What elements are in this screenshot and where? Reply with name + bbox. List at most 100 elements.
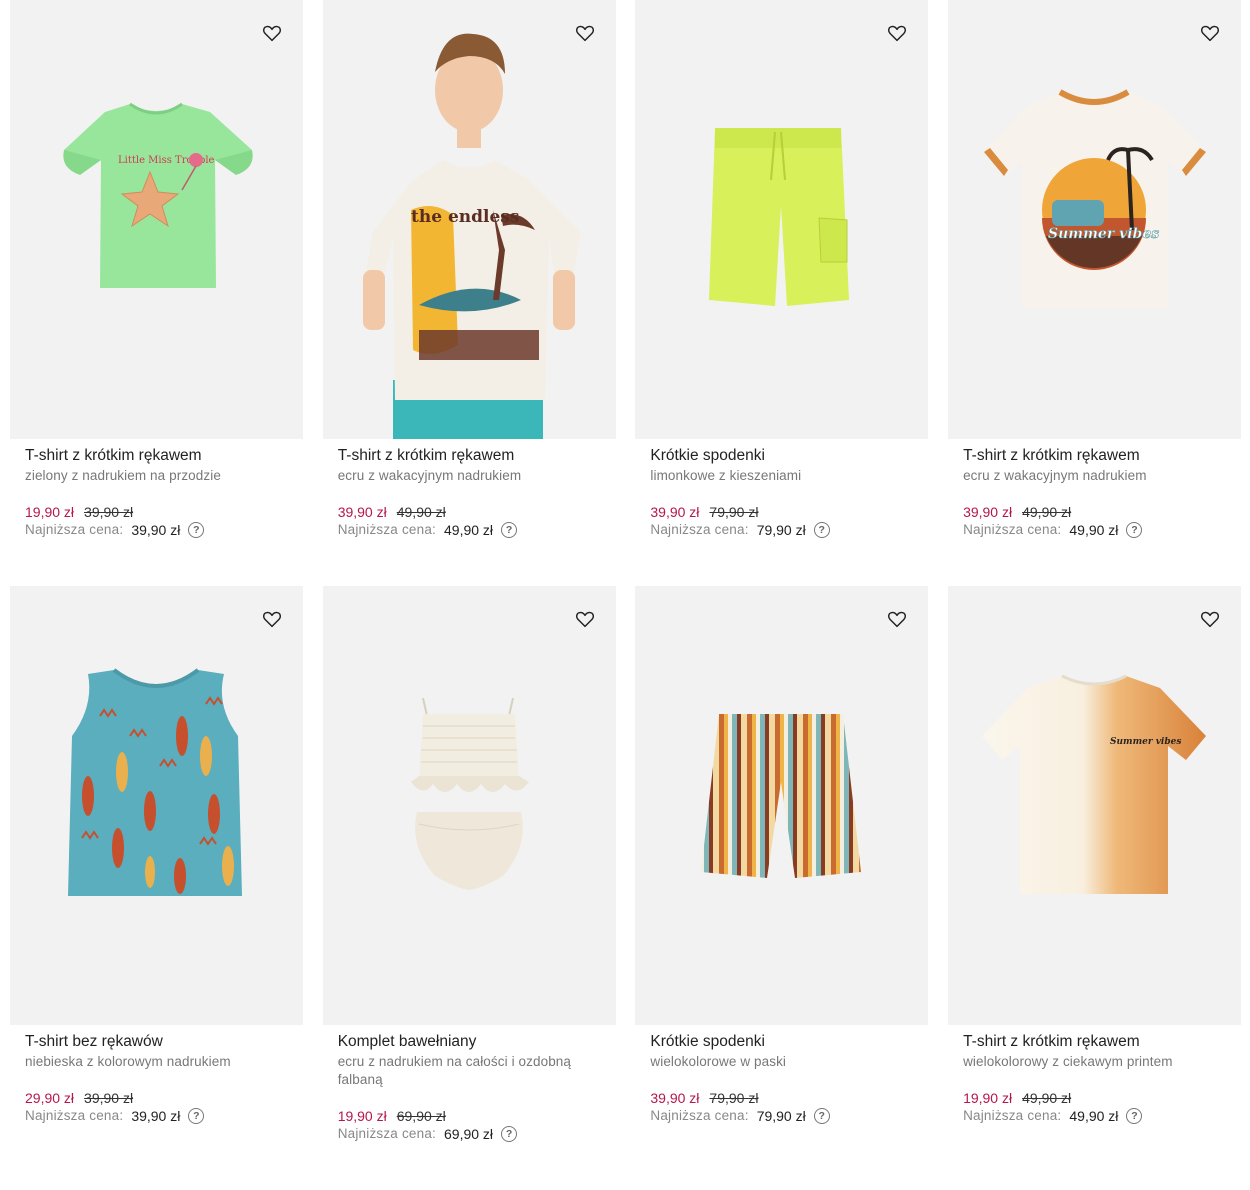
add-to-wishlist-button[interactable] [574,22,596,44]
product-card[interactable]: Little Miss Trouble T-shirt z krótkim rę… [10,0,303,586]
heart-outline-icon [262,25,282,42]
question-circle-icon[interactable]: ? [813,1108,830,1124]
lowest-price-row: Najniższa cena: 79,90 zł ? [650,1107,913,1125]
product-card[interactable]: Summer vibes T-shirt z krótkim rękawem e… [948,0,1242,586]
lowest-price-row: Najniższa cena: 49,90 zł ? [338,521,601,539]
price-row: 39,90 zł 49,90 zł [338,503,601,521]
old-price: 39,90 zł [84,1090,134,1106]
product-name[interactable]: T-shirt z krótkim rękawem [963,1032,1226,1052]
lowest-price-row: Najniższa cena: 49,90 zł ? [963,521,1226,539]
heart-outline-icon [888,25,907,42]
product-card[interactable]: T-shirt bez rękawów niebieska z kolorowy… [10,586,303,1190]
product-description: ecru z wakacyjnym nadrukiem [963,468,1147,483]
lowest-price-label: Najniższa cena: [963,522,1062,537]
green-tshirt-image: Little Miss Trouble [63,102,253,288]
heart-outline-icon [1201,25,1220,42]
product-grid: Little Miss Trouble T-shirt z krótkim rę… [10,0,1242,1190]
add-to-wishlist-button[interactable] [261,608,283,630]
lowest-price-value: 49,90 zł [444,522,494,538]
product-name[interactable]: Krótkie spodenki [650,1032,913,1052]
lowest-price-label: Najniższa cena: [650,522,749,537]
heart-outline-icon [888,611,907,628]
price-row: 19,90 zł 39,90 zł [25,503,288,521]
product-image[interactable]: Summer vibes [948,0,1242,439]
lowest-price-row: Najniższa cena: 79,90 zł ? [650,521,913,539]
old-price: 49,90 zł [396,504,446,520]
heart-outline-icon [575,611,594,628]
sale-price: 29,90 zł [25,1090,75,1106]
heart-outline-icon [1201,611,1220,628]
price-row: 29,90 zł 39,90 zł [25,1089,288,1107]
question-circle-icon[interactable]: ? [501,1126,518,1142]
add-to-wishlist-button[interactable] [261,22,283,44]
product-description: limonkowe z kieszeniami [650,468,802,483]
sale-price: 19,90 zł [963,1090,1013,1106]
lowest-price-row: Najniższa cena: 39,90 zł ? [25,1107,288,1125]
ombre-tshirt-image: Summer vibes [982,674,1207,894]
product-name[interactable]: Krótkie spodenki [650,446,913,466]
product-image[interactable] [10,586,303,1025]
add-to-wishlist-button[interactable] [886,22,908,44]
product-card[interactable]: Krótkie spodenki limonkowe z kieszeniami… [635,0,929,586]
product-description: zielony z nadrukiem na przodzie [25,468,221,483]
lowest-price-label: Najniższa cena: [25,1108,124,1123]
sale-price: 19,90 zł [25,504,75,520]
product-card[interactable]: Summer vibes T-shirt z krótkim rękawem w… [948,586,1242,1190]
ecru-tshirt-sunset-image: Summer vibes [984,89,1207,308]
add-to-wishlist-button[interactable] [1199,22,1221,44]
question-circle-icon[interactable]: ? [813,522,830,538]
lowest-price-value: 49,90 zł [1069,1108,1119,1124]
striped-shorts-image [701,714,862,878]
sale-price: 39,90 zł [337,504,387,520]
question-circle-icon[interactable]: ? [1126,1108,1143,1124]
lowest-price-row: Najniższa cena: 69,90 zł ? [338,1125,601,1143]
lowest-price-value: 79,90 zł [756,1108,806,1124]
add-to-wishlist-button[interactable] [1199,608,1221,630]
heart-outline-icon [575,25,594,42]
lowest-price-label: Najniższa cena: [650,1108,749,1123]
question-circle-icon[interactable]: ? [188,522,205,538]
price-row: 39,90 zł 49,90 zł [963,503,1226,521]
lowest-price-value: 39,90 zł [131,1108,181,1124]
lowest-price-row: Najniższa cena: 49,90 zł ? [963,1107,1226,1125]
product-name[interactable]: T-shirt bez rękawów [25,1032,288,1052]
product-image[interactable]: Summer vibes [948,586,1242,1025]
product-card[interactable]: Krótkie spodenki wielokolorowe w paski 3… [635,586,929,1190]
product-image[interactable]: the endless [322,0,616,439]
price-row: 19,90 zł 69,90 zł [338,1107,601,1125]
lowest-price-label: Najniższa cena: [963,1108,1062,1123]
price-row: 39,90 zł 79,90 zł [650,1089,913,1107]
price-row: 19,90 zł 49,90 zł [963,1089,1226,1107]
product-name[interactable]: T-shirt z krótkim rękawem [25,446,288,466]
product-card[interactable]: the endless T-shirt z krótkim rękawem ec… [322,0,616,586]
print-text: Summer vibes [1110,737,1181,747]
add-to-wishlist-button[interactable] [886,608,908,630]
boy-tshirt-image: the endless [362,33,581,439]
ecru-set-image [410,697,529,890]
product-name[interactable]: T-shirt z krótkim rękawem [338,446,601,466]
product-name[interactable]: T-shirt z krótkim rękawem [963,446,1226,466]
add-to-wishlist-button[interactable] [574,608,596,630]
lowest-price-value: 39,90 zł [131,522,181,538]
price-row: 39,90 zł 79,90 zł [650,503,913,521]
lowest-price-value: 79,90 zł [756,522,806,538]
product-image[interactable] [322,586,616,1025]
old-price: 49,90 zł [1022,1090,1072,1106]
sale-price: 39,90 zł [650,1090,700,1106]
lime-shorts-image [709,128,850,306]
sale-price: 39,90 zł [963,504,1013,520]
product-image[interactable] [635,0,929,439]
old-price: 49,90 zł [1022,504,1072,520]
question-circle-icon[interactable]: ? [1126,522,1143,538]
question-circle-icon[interactable]: ? [501,522,518,538]
product-image[interactable]: Little Miss Trouble [10,0,303,439]
product-image[interactable] [635,586,929,1025]
product-name[interactable]: Komplet bawełniany [338,1032,601,1052]
lowest-price-label: Najniższa cena: [337,1126,436,1141]
lowest-price-value: 49,90 zł [1069,522,1119,538]
blue-tank-image [68,668,242,896]
product-card[interactable]: Komplet bawełniany ecru z nadrukiem na c… [322,586,616,1190]
product-description: ecru z wakacyjnym nadrukiem [337,468,522,483]
old-price: 79,90 zł [709,504,759,520]
question-circle-icon[interactable]: ? [188,1108,205,1124]
